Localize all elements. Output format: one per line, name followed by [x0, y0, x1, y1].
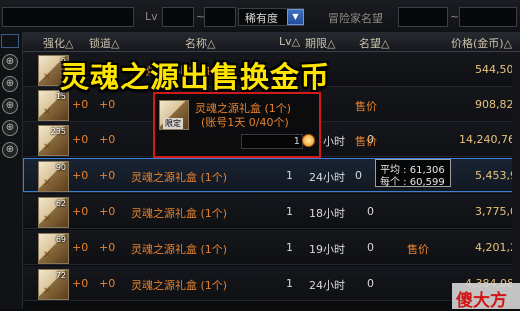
- item-enhance: +0: [72, 98, 89, 111]
- item-fame: 0: [355, 169, 362, 182]
- col-period[interactable]: 期限△: [305, 35, 335, 51]
- item-price-label: 售价: [355, 135, 377, 148]
- item-enhance: +0: [72, 133, 89, 146]
- item-lv: 1: [286, 241, 293, 254]
- table-row[interactable]: 72✕ +0 +0 灵魂之源礼盒 (1个) 1 24小时 0 4,384,080: [23, 266, 520, 301]
- col-lock[interactable]: 锁道△: [89, 35, 119, 51]
- item-name: 灵魂之源礼盒 (1个): [131, 279, 228, 292]
- item-price-label: 售价: [355, 100, 377, 113]
- zoom-icon[interactable]: ⊕: [2, 98, 18, 114]
- item-lock: +0: [99, 205, 116, 218]
- item-lock: +0: [99, 98, 116, 111]
- purchase-popup: 限定 灵魂之源礼盒 (1个) (账号1天 0/40个) 1: [153, 92, 321, 158]
- fame-tilde: ~: [450, 10, 460, 23]
- item-enhance: +0: [72, 169, 89, 182]
- watermark-logo: 傻大方: [452, 283, 520, 311]
- level-label: Lv: [145, 10, 158, 23]
- item-icon: 62 ✕: [38, 197, 69, 228]
- item-period: 19小时: [309, 243, 345, 256]
- zoom-icon[interactable]: ⊕: [2, 120, 18, 136]
- banner-title: 灵魂之源出售换金币: [60, 60, 331, 94]
- left-tool-column: ⊕ ⊕ ⊕ ⊕ ⊕: [0, 32, 23, 309]
- item-name: 灵魂之源礼盒 (1个): [131, 207, 228, 220]
- level-max-input[interactable]: [204, 7, 236, 27]
- item-lv: 1: [286, 205, 293, 218]
- item-icon: 235 ✕: [38, 125, 69, 156]
- adventurer-fame-label: 冒险家名望: [328, 12, 383, 25]
- item-period: 24小时: [309, 279, 345, 292]
- col-name[interactable]: 名称△: [185, 35, 215, 51]
- fame-max-input[interactable]: [459, 7, 517, 27]
- list-scrollbar[interactable]: [512, 52, 520, 309]
- item-price-label: 售价: [407, 243, 429, 256]
- item-lock: +0: [99, 133, 116, 146]
- item-enhance: +0: [72, 277, 89, 290]
- item-icon: 69 ✕: [38, 233, 69, 264]
- rarity-select-label: 稀有度: [245, 12, 278, 25]
- price-tooltip: 平均 : 61,306 每个 : 60,599: [375, 159, 451, 188]
- col-lv[interactable]: Lv△: [279, 35, 300, 48]
- item-icon: 90 ✕: [38, 161, 69, 192]
- item-period: 小时: [323, 135, 345, 148]
- item-fame: 0: [367, 241, 374, 254]
- zoom-icon[interactable]: ⊕: [2, 142, 18, 158]
- item-fame: 0: [367, 205, 374, 218]
- item-fame: 0: [367, 277, 374, 290]
- limited-badge: 限定: [163, 118, 183, 129]
- table-row[interactable]: 69 ✕ +0 +0 灵魂之源礼盒 (1个) 1 19小时 0 售价 4,201,…: [23, 230, 520, 265]
- col-enhance[interactable]: 强化△: [43, 35, 73, 51]
- confirm-coin-icon[interactable]: [302, 134, 315, 147]
- item-lv: 1: [286, 277, 293, 290]
- item-period: 18小时: [309, 207, 345, 220]
- popup-account-limit: (账号1天 0/40个): [201, 116, 289, 129]
- zoom-icon[interactable]: ⊕: [2, 76, 18, 92]
- item-icon: 72 ✕: [38, 269, 69, 300]
- quantity-input[interactable]: 1: [241, 134, 303, 149]
- zoom-icon[interactable]: ⊕: [2, 54, 18, 70]
- item-lock: +0: [99, 241, 116, 254]
- col-price[interactable]: 价格(金币)△: [451, 35, 512, 51]
- tooltip-each: 每个 : 60,599: [380, 177, 445, 188]
- filter-bar: Lv ~ 稀有度 ▼ 冒险家名望 ~: [0, 0, 520, 33]
- watermark-text: 傻大方: [456, 291, 507, 311]
- item-name: 灵魂之源礼盒 (1个): [131, 243, 228, 256]
- search-name-input[interactable]: [2, 7, 134, 27]
- rarity-dropdown-icon[interactable]: ▼: [287, 9, 304, 25]
- item-lock: +0: [99, 277, 116, 290]
- table-header: 强化△ 锁道△ 名称△ Lv△ 期限△ 名望△ 价格(金币)△: [23, 32, 520, 52]
- table-row[interactable]: 62✕ +0 +0 灵魂之源礼盒 (1个) 1 18小时 0 3,775,056: [23, 194, 520, 229]
- left-tab[interactable]: [1, 34, 19, 48]
- col-fame[interactable]: 名望△: [359, 35, 389, 51]
- item-name: 灵魂之源礼盒 (1个): [131, 171, 228, 184]
- fame-min-input[interactable]: [398, 7, 448, 27]
- item-period: 24小时: [309, 171, 345, 184]
- item-price: 14,240,765: [459, 133, 520, 146]
- item-lv: 1: [286, 169, 293, 182]
- level-min-input[interactable]: [162, 7, 194, 27]
- item-lock: +0: [99, 169, 116, 182]
- item-enhance: +0: [72, 205, 89, 218]
- item-enhance: +0: [72, 241, 89, 254]
